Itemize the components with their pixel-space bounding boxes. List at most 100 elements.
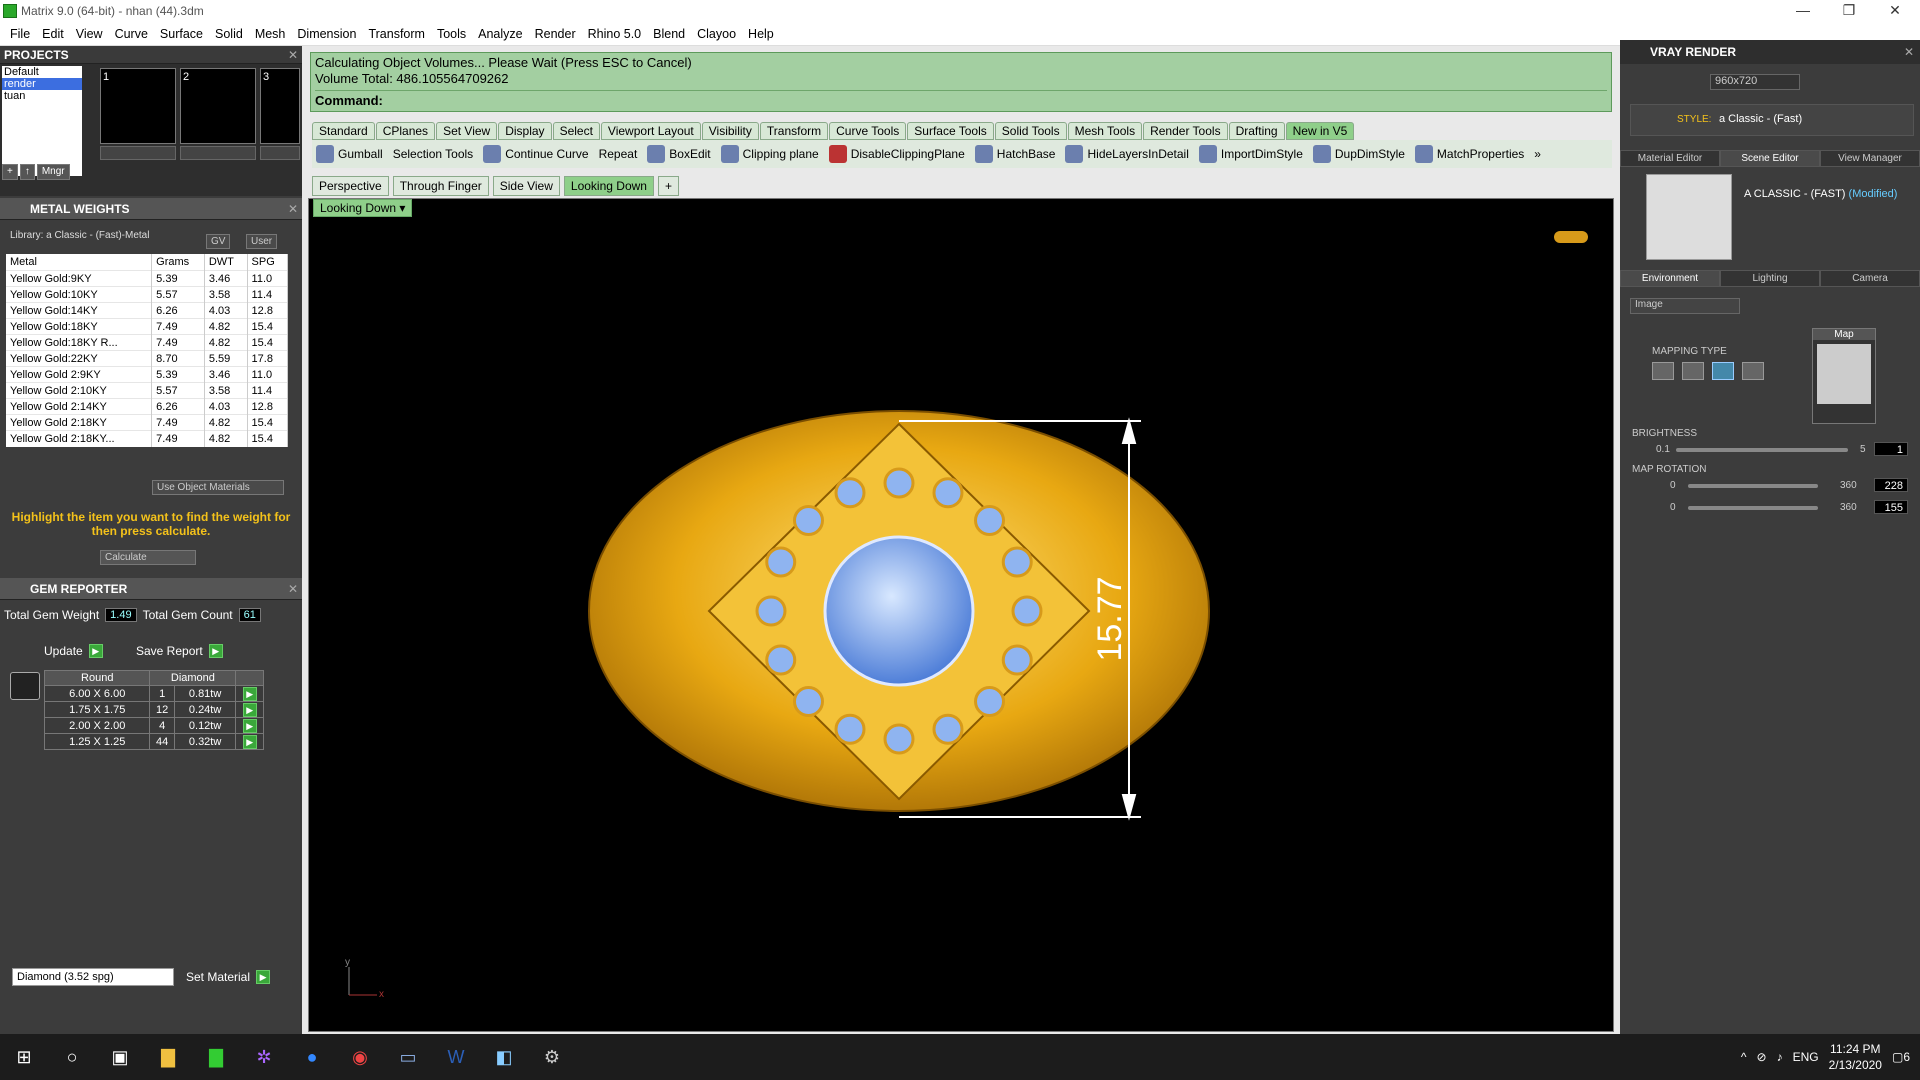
thumb-controls[interactable] bbox=[180, 146, 256, 160]
tab-transform[interactable]: Transform bbox=[759, 122, 829, 140]
chrome-icon[interactable]: ◉ bbox=[342, 1039, 378, 1075]
window-app-icon[interactable]: ▭ bbox=[390, 1039, 426, 1075]
metal-row[interactable]: Yellow Gold:10KY 5.57 3.58 11.4 bbox=[6, 286, 289, 303]
viewport-tab-looking-down[interactable]: Looking Down bbox=[563, 176, 654, 196]
network-app-icon[interactable]: ✲ bbox=[246, 1039, 282, 1075]
rotation-value-1[interactable]: 228 bbox=[1874, 478, 1908, 492]
restore-button[interactable]: ❐ bbox=[1826, 0, 1872, 22]
viewport-tab-through-finger[interactable]: Through Finger bbox=[392, 176, 489, 196]
metal-row[interactable]: Yellow Gold:18KY 7.49 4.82 15.4 bbox=[6, 318, 289, 335]
add-project-button[interactable]: + bbox=[2, 164, 18, 180]
tab-view-manager[interactable]: View Manager bbox=[1820, 150, 1920, 167]
boxedit-tool[interactable]: BoxEdit bbox=[647, 145, 711, 163]
tab-display[interactable]: Display bbox=[498, 122, 552, 140]
menu-clayoo[interactable]: Clayoo bbox=[691, 27, 742, 41]
menu-curve[interactable]: Curve bbox=[109, 27, 154, 41]
close-icon[interactable]: ✕ bbox=[1904, 40, 1914, 64]
tab-environment[interactable]: Environment bbox=[1620, 270, 1720, 287]
planar-mapping-icon[interactable] bbox=[1652, 362, 1674, 380]
rotation-value-2[interactable]: 155 bbox=[1874, 500, 1908, 514]
book-app-icon[interactable]: ◧ bbox=[486, 1039, 522, 1075]
metal-row[interactable]: Yellow Gold:18KY R... 7.49 4.82 15.4 bbox=[6, 334, 289, 351]
menu-render[interactable]: Render bbox=[529, 27, 582, 41]
user-toggle[interactable]: User bbox=[246, 234, 278, 249]
col-metal[interactable]: Metal bbox=[6, 254, 153, 271]
tab-solid-tools[interactable]: Solid Tools bbox=[994, 122, 1067, 140]
tab-visibility[interactable]: Visibility bbox=[701, 122, 759, 140]
metal-row[interactable]: Yellow Gold:14KY 6.26 4.03 12.8 bbox=[6, 302, 289, 319]
update-button[interactable]: Update ▶ bbox=[44, 644, 103, 658]
notification-icon[interactable]: ▢6 bbox=[1892, 1050, 1910, 1064]
gem-row-action[interactable]: ▶ bbox=[235, 733, 264, 750]
tray-expand-icon[interactable]: ^ bbox=[1741, 1050, 1747, 1064]
save-report-button[interactable]: Save Report ▶ bbox=[136, 644, 223, 658]
tab-surface-tools[interactable]: Surface Tools bbox=[907, 122, 994, 140]
set-material-button[interactable]: Set Material ▶ bbox=[186, 970, 271, 984]
gem-row-action[interactable]: ▶ bbox=[235, 717, 264, 734]
menu-analyze[interactable]: Analyze bbox=[472, 27, 528, 41]
menu-file[interactable]: File bbox=[4, 27, 36, 41]
tab-set-view[interactable]: Set View bbox=[436, 122, 498, 140]
tab-new-in-v5[interactable]: New in V5 bbox=[1285, 122, 1355, 140]
resolution-select[interactable]: 960x720 bbox=[1710, 74, 1800, 90]
windows-start-icon[interactable]: ⊞ bbox=[6, 1039, 42, 1075]
continue-curve-tool[interactable]: Continue Curve bbox=[483, 145, 589, 163]
hatchbase-tool[interactable]: HatchBase bbox=[974, 145, 1055, 163]
gem-row-action[interactable]: ▶ bbox=[235, 701, 264, 718]
thumb-controls[interactable] bbox=[100, 146, 176, 160]
gem-table[interactable]: Round Diamond 6.00 X 6.00 1 0.81tw ▶ 1.75 X … bbox=[43, 670, 264, 750]
rotation-slider-1[interactable] bbox=[1688, 484, 1818, 488]
style-bar[interactable]: STYLE: a Classic - (Fast) bbox=[1630, 104, 1914, 136]
metal-row[interactable]: Yellow Gold 2:10KY 5.57 3.58 11.4 bbox=[6, 382, 289, 399]
tab-mesh-tools[interactable]: Mesh Tools bbox=[1067, 122, 1143, 140]
zalo-icon[interactable]: ● bbox=[294, 1039, 330, 1075]
tab-render-tools[interactable]: Render Tools bbox=[1143, 122, 1228, 140]
metal-table[interactable]: Metal Grams DWT SPG Yellow Gold:9KY 5.39 3… bbox=[6, 254, 289, 447]
brightness-value[interactable]: 1 bbox=[1874, 442, 1908, 456]
col-grams[interactable]: Grams bbox=[151, 254, 205, 271]
project-thumb-3[interactable]: 3 bbox=[260, 68, 300, 144]
cube-mapping-icon[interactable] bbox=[1682, 362, 1704, 380]
import-dimstyle-tool[interactable]: ImportDimStyle bbox=[1198, 145, 1303, 163]
menu-mesh[interactable]: Mesh bbox=[249, 27, 292, 41]
disable-clipping-tool[interactable]: DisableClippingPlane bbox=[828, 145, 965, 163]
tab-cplanes[interactable]: CPlanes bbox=[375, 122, 436, 140]
tab-lighting[interactable]: Lighting bbox=[1720, 270, 1820, 287]
menu-edit[interactable]: Edit bbox=[36, 27, 70, 41]
volume-icon[interactable]: ♪ bbox=[1777, 1050, 1783, 1064]
screen-mapping-icon[interactable] bbox=[1742, 362, 1764, 380]
hide-layers-tool[interactable]: HideLayersInDetail bbox=[1065, 145, 1189, 163]
use-object-materials-checkbox[interactable]: Use Object Materials bbox=[152, 480, 284, 495]
nav-widget-icon[interactable] bbox=[1554, 231, 1588, 243]
language-indicator[interactable]: ENG bbox=[1793, 1050, 1819, 1064]
brightness-slider[interactable] bbox=[1676, 448, 1848, 452]
tab-camera[interactable]: Camera bbox=[1820, 270, 1920, 287]
menu-dimension[interactable]: Dimension bbox=[291, 27, 362, 41]
gem-row[interactable]: 1.25 X 1.25 44 0.32tw ▶ bbox=[43, 733, 264, 750]
selection-tools[interactable]: Selection Tools bbox=[393, 147, 474, 161]
tab-standard[interactable]: Standard bbox=[312, 122, 375, 140]
dupdimstyle-tool[interactable]: DupDimStyle bbox=[1312, 145, 1405, 163]
metal-row[interactable]: Yellow Gold 2:14KY 6.26 4.03 12.8 bbox=[6, 398, 289, 415]
gem-row[interactable]: 6.00 X 6.00 1 0.81tw ▶ bbox=[43, 685, 264, 702]
close-icon[interactable]: ✕ bbox=[288, 46, 298, 64]
gv-toggle[interactable]: GV bbox=[206, 234, 231, 249]
menu-transform[interactable]: Transform bbox=[362, 27, 431, 41]
clock[interactable]: 11:24 PM 2/13/2020 bbox=[1829, 1041, 1882, 1073]
project-thumb-2[interactable]: 2 bbox=[180, 68, 256, 144]
clipping-plane-tool[interactable]: Clipping plane bbox=[720, 145, 819, 163]
tool-app-icon[interactable]: ⚙ bbox=[534, 1039, 570, 1075]
up-button[interactable]: ↑ bbox=[19, 164, 35, 180]
viewport[interactable]: Looking Down ▾ 15.77 y x bbox=[308, 198, 1614, 1032]
add-viewport-icon[interactable]: + bbox=[657, 176, 679, 196]
command-prompt[interactable]: Command: bbox=[315, 90, 1607, 109]
viewport-tab-perspective[interactable]: Perspective bbox=[312, 176, 389, 196]
viewport-tab-side-view[interactable]: Side View bbox=[492, 176, 560, 196]
menu-rhino5[interactable]: Rhino 5.0 bbox=[582, 27, 648, 41]
menu-surface[interactable]: Surface bbox=[154, 27, 209, 41]
project-item[interactable]: tuan bbox=[2, 90, 82, 102]
spherical-mapping-icon[interactable] bbox=[1712, 362, 1734, 380]
tab-material-editor[interactable]: Material Editor bbox=[1620, 150, 1720, 167]
menu-help[interactable]: Help bbox=[742, 27, 780, 41]
word-icon[interactable]: W bbox=[438, 1039, 474, 1075]
